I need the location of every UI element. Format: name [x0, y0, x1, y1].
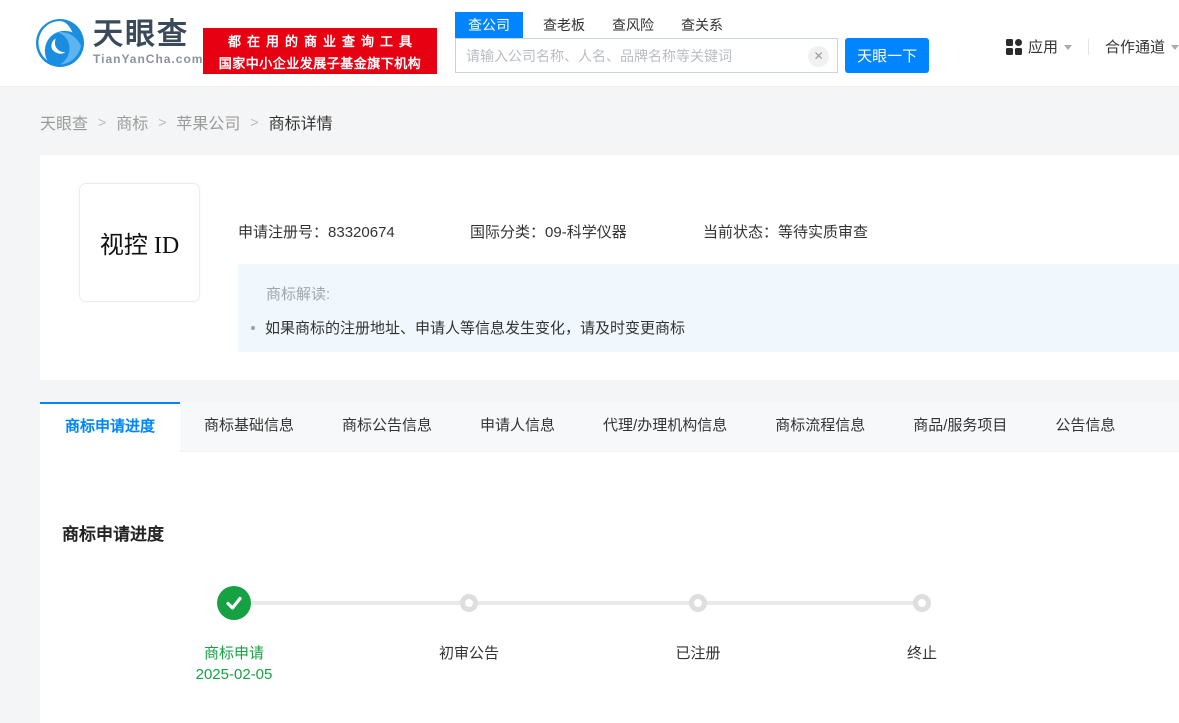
breadcrumb-separator: > — [98, 114, 107, 130]
breadcrumb-trademark[interactable]: 商标 — [116, 110, 148, 134]
divider — [1087, 38, 1089, 55]
search-button[interactable]: 天眼一下 — [845, 38, 929, 73]
promo-banner: 都在用的商业查询工具 国家中小企业发展子基金旗下机构 — [203, 28, 437, 74]
apps-menu[interactable]: 应用 — [1005, 36, 1072, 57]
breadcrumb-home[interactable]: 天眼查 — [40, 110, 88, 134]
intl-class-label: 国际分类： — [470, 224, 546, 241]
site-logo[interactable]: 天眼查 TianYanCha.com — [35, 18, 203, 68]
promo-line1: 都在用的商业查询工具 — [227, 33, 418, 49]
intl-class-field: 国际分类：09-科学仪器 — [470, 221, 627, 242]
trademark-summary-card: 视控 ID 申请注册号：83320674 国际分类：09-科学仪器 当前状态：等… — [40, 155, 1179, 380]
search-tab-risk[interactable]: 查风险 — [612, 12, 654, 38]
trademark-image-text: 视控 ID — [99, 233, 180, 259]
status-field: 当前状态：等待实质审查 — [703, 221, 868, 242]
intl-class-value: 09-科学仪器 — [545, 224, 627, 241]
partner-menu[interactable]: 合作通道 — [1105, 36, 1179, 57]
search-tab-boss[interactable]: 查老板 — [543, 12, 585, 38]
partner-label: 合作通道 — [1104, 39, 1165, 56]
search-block: 查公司 查老板 查风险 查关系 ✕ 天眼一下 — [455, 12, 929, 73]
breadcrumb-separator: > — [158, 114, 167, 130]
timeline-connector — [234, 601, 922, 605]
breadcrumb-company[interactable]: 苹果公司 — [176, 110, 240, 134]
search-tab-company[interactable]: 查公司 — [455, 12, 523, 38]
step-date-application: 2025-02-05 — [195, 666, 273, 683]
step-pending-node — [460, 594, 478, 612]
step-label-application: 商标申请 — [203, 645, 264, 662]
registration-number-field: 申请注册号：83320674 — [238, 221, 395, 242]
logo-domain: TianYanCha.com — [93, 52, 204, 66]
chevron-down-icon — [1171, 45, 1179, 50]
tianyancha-eye-icon — [36, 19, 84, 67]
search-input-wrap: ✕ — [455, 38, 839, 73]
step-pending-node — [689, 594, 707, 612]
registration-number-value: 83320674 — [328, 224, 395, 241]
note-item: 如果商标的注册地址、申请人等信息发生变化，请及时变更商标 — [251, 317, 685, 338]
search-input[interactable] — [456, 39, 786, 72]
trademark-note: 商标解读: 如果商标的注册地址、申请人等信息发生变化，请及时变更商标 — [238, 264, 1179, 352]
breadcrumb: 天眼查 > 商标 > 苹果公司 > 商标详情 — [40, 110, 333, 134]
apps-label: 应用 — [1027, 39, 1058, 56]
step-label-preliminary: 初审公告 — [438, 645, 499, 662]
logo-title: 天眼查 — [93, 18, 189, 51]
chevron-down-icon — [1063, 45, 1072, 50]
progress-timeline: 商标申请 2025-02-05 初审公告 已注册 终止 — [40, 402, 1179, 723]
step-label-registered: 已注册 — [675, 645, 721, 662]
status-label: 当前状态： — [703, 224, 779, 241]
note-title: 商标解读: — [266, 286, 331, 303]
registration-number-label: 申请注册号： — [238, 224, 329, 241]
step-pending-node — [913, 594, 931, 612]
header-right-nav: 应用 合作通道 — [1005, 36, 1179, 57]
search-tab-relation[interactable]: 查关系 — [681, 12, 723, 38]
note-item-text: 如果商标的注册地址、申请人等信息发生变化，请及时变更商标 — [265, 320, 686, 337]
apps-grid-icon — [1005, 38, 1022, 55]
clear-icon[interactable]: ✕ — [808, 46, 830, 67]
step-done-check-icon — [217, 586, 251, 620]
trademark-detail-card: 商标申请进度 商标基础信息 商标公告信息 申请人信息 代理/办理机构信息 商标流… — [40, 402, 1179, 723]
logo-text: 天眼查 TianYanCha.com — [93, 18, 204, 67]
search-tabs: 查公司 查老板 查风险 查关系 — [455, 12, 929, 38]
breadcrumb-separator: > — [250, 114, 259, 130]
breadcrumb-current: 商标详情 — [268, 116, 333, 133]
search-row: ✕ 天眼一下 — [455, 38, 929, 73]
promo-line2: 国家中小企业发展子基金旗下机构 — [218, 55, 422, 71]
step-label-terminated: 终止 — [906, 645, 937, 662]
site-header: 天眼查 TianYanCha.com 都在用的商业查询工具 国家中小企业发展子基… — [0, 0, 1179, 87]
trademark-image: 视控 ID — [79, 183, 200, 302]
status-value: 等待实质审查 — [778, 224, 869, 241]
bullet-icon — [251, 325, 255, 330]
